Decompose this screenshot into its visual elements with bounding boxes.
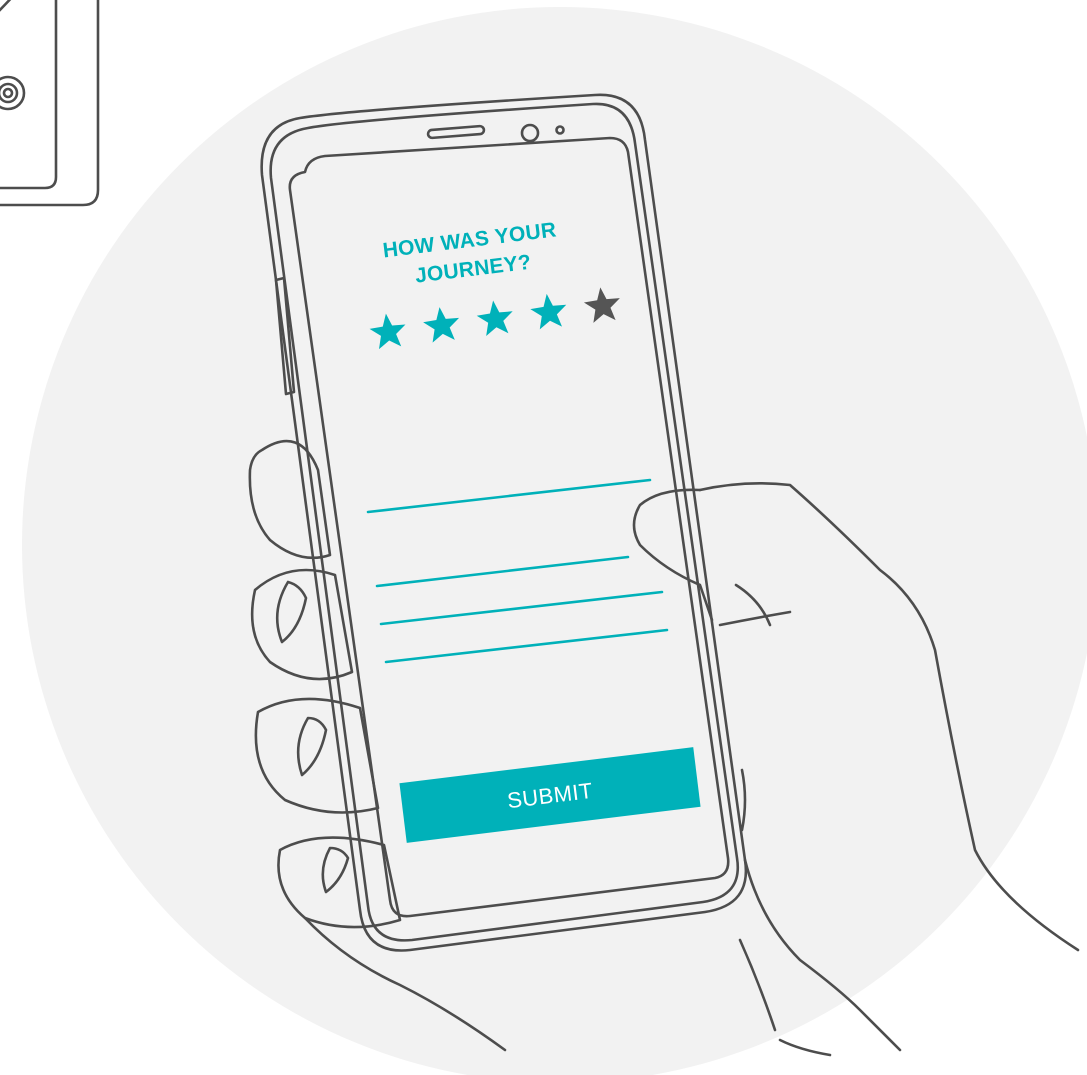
illustration: HOW WAS YOUR JOURNEY? SUBMIT xyxy=(0,0,1087,1075)
background-circle xyxy=(22,7,1087,1075)
card-reader-illustration xyxy=(0,0,100,207)
scene-svg: HOW WAS YOUR JOURNEY? SUBMIT xyxy=(0,0,1087,1075)
